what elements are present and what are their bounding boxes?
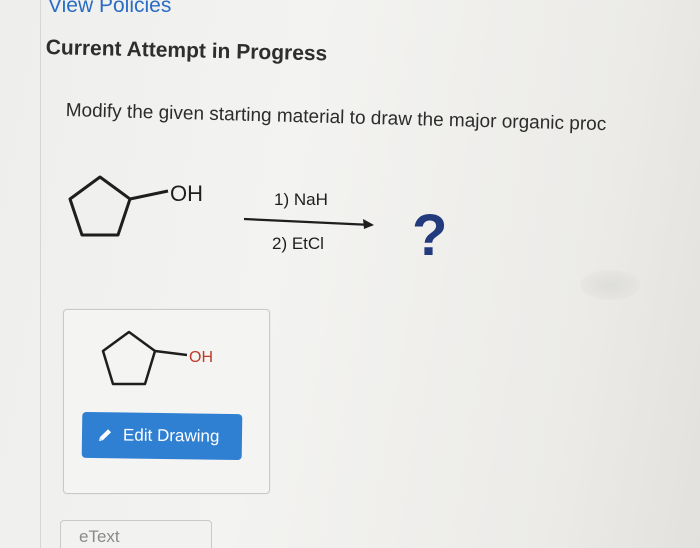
edit-drawing-button[interactable]: Edit Drawing <box>81 411 243 461</box>
ring-to-oh-bond <box>129 189 169 201</box>
product-placeholder: ? <box>412 203 447 265</box>
question-instruction: Modify the given starting material to dr… <box>65 100 607 136</box>
reaction-scheme: OH 1) NaH 2) EtCl ? <box>60 165 480 265</box>
view-policies-link[interactable]: View Policies <box>48 0 171 18</box>
etext-tab[interactable]: eText <box>60 520 212 548</box>
etext-label: eText <box>79 527 120 546</box>
drawing-panel[interactable]: OH Edit Drawing <box>63 309 270 494</box>
reagent-step1: 1) NaH <box>274 190 328 209</box>
reaction-arrowhead <box>363 219 374 229</box>
reagents: 1) NaH 2) EtCl <box>243 190 374 253</box>
panel-ring-to-oh-bond <box>154 349 188 357</box>
pencil-icon <box>96 426 114 444</box>
reagent-step2: 2) EtCl <box>272 234 324 253</box>
cyclopentane-ring <box>68 175 132 237</box>
left-divider <box>40 0 41 548</box>
panel-cyclopentane-ring <box>101 330 157 386</box>
reactant-hydroxyl-label: OH <box>170 181 203 206</box>
starting-material-structure: OH <box>68 175 203 237</box>
reaction-arrow <box>243 217 373 227</box>
page: View Policies Current Attempt in Progres… <box>0 0 700 548</box>
edit-drawing-label: Edit Drawing <box>122 425 220 446</box>
screen-smudge <box>580 270 640 300</box>
panel-hydroxyl-label: OH <box>189 349 213 366</box>
attempt-title: Current Attempt in Progress <box>45 36 328 66</box>
panel-molecule: OH <box>99 326 239 411</box>
